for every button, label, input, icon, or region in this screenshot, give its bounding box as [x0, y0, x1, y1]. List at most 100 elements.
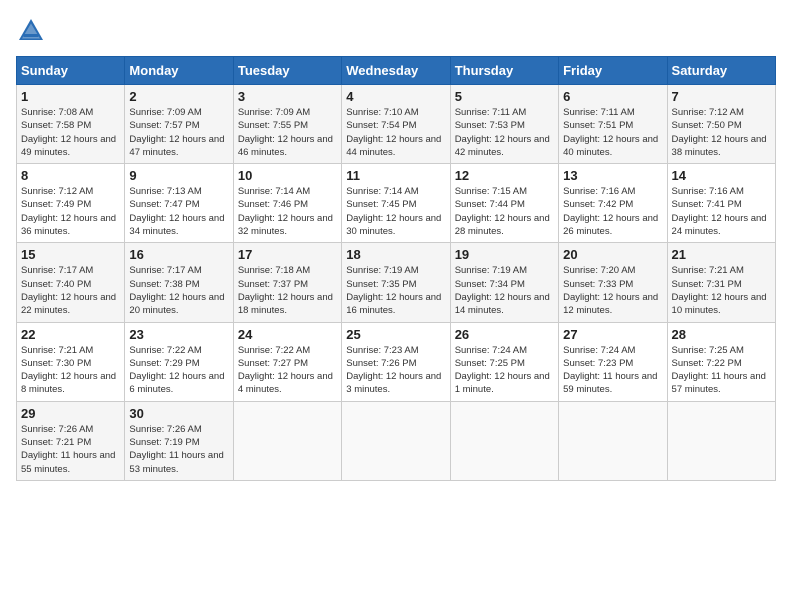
cell-text: Sunrise: 7:13 AMSunset: 7:47 PMDaylight:… — [129, 186, 224, 237]
calendar-cell: 30 Sunrise: 7:26 AMSunset: 7:19 PMDaylig… — [125, 401, 233, 480]
calendar-cell: 23 Sunrise: 7:22 AMSunset: 7:29 PMDaylig… — [125, 322, 233, 401]
calendar-header-row: SundayMondayTuesdayWednesdayThursdayFrid… — [17, 57, 776, 85]
cell-text: Sunrise: 7:19 AMSunset: 7:35 PMDaylight:… — [346, 265, 441, 316]
calendar-cell — [342, 401, 450, 480]
calendar-cell: 19 Sunrise: 7:19 AMSunset: 7:34 PMDaylig… — [450, 243, 558, 322]
header — [16, 16, 776, 46]
day-number: 5 — [455, 89, 554, 104]
cell-text: Sunrise: 7:17 AMSunset: 7:40 PMDaylight:… — [21, 265, 116, 316]
calendar-cell — [667, 401, 775, 480]
cell-text: Sunrise: 7:09 AMSunset: 7:57 PMDaylight:… — [129, 107, 224, 158]
day-number: 25 — [346, 327, 445, 342]
cell-text: Sunrise: 7:10 AMSunset: 7:54 PMDaylight:… — [346, 107, 441, 158]
calendar-week-row: 22 Sunrise: 7:21 AMSunset: 7:30 PMDaylig… — [17, 322, 776, 401]
calendar-week-row: 1 Sunrise: 7:08 AMSunset: 7:58 PMDayligh… — [17, 85, 776, 164]
day-number: 13 — [563, 168, 662, 183]
cell-text: Sunrise: 7:12 AMSunset: 7:50 PMDaylight:… — [672, 107, 767, 158]
calendar-cell: 10 Sunrise: 7:14 AMSunset: 7:46 PMDaylig… — [233, 164, 341, 243]
day-number: 23 — [129, 327, 228, 342]
calendar-cell — [450, 401, 558, 480]
calendar-cell: 28 Sunrise: 7:25 AMSunset: 7:22 PMDaylig… — [667, 322, 775, 401]
cell-text: Sunrise: 7:20 AMSunset: 7:33 PMDaylight:… — [563, 265, 658, 316]
day-number: 29 — [21, 406, 120, 421]
calendar-cell: 27 Sunrise: 7:24 AMSunset: 7:23 PMDaylig… — [559, 322, 667, 401]
cell-text: Sunrise: 7:26 AMSunset: 7:19 PMDaylight:… — [129, 424, 223, 475]
day-number: 12 — [455, 168, 554, 183]
calendar-header-saturday: Saturday — [667, 57, 775, 85]
day-number: 21 — [672, 247, 771, 262]
calendar-cell: 22 Sunrise: 7:21 AMSunset: 7:30 PMDaylig… — [17, 322, 125, 401]
cell-text: Sunrise: 7:25 AMSunset: 7:22 PMDaylight:… — [672, 345, 766, 396]
calendar-cell: 1 Sunrise: 7:08 AMSunset: 7:58 PMDayligh… — [17, 85, 125, 164]
calendar-cell: 3 Sunrise: 7:09 AMSunset: 7:55 PMDayligh… — [233, 85, 341, 164]
cell-text: Sunrise: 7:08 AMSunset: 7:58 PMDaylight:… — [21, 107, 116, 158]
day-number: 6 — [563, 89, 662, 104]
calendar-week-row: 8 Sunrise: 7:12 AMSunset: 7:49 PMDayligh… — [17, 164, 776, 243]
calendar-cell — [233, 401, 341, 480]
day-number: 20 — [563, 247, 662, 262]
calendar-cell: 21 Sunrise: 7:21 AMSunset: 7:31 PMDaylig… — [667, 243, 775, 322]
calendar-table: SundayMondayTuesdayWednesdayThursdayFrid… — [16, 56, 776, 481]
cell-text: Sunrise: 7:16 AMSunset: 7:42 PMDaylight:… — [563, 186, 658, 237]
cell-text: Sunrise: 7:19 AMSunset: 7:34 PMDaylight:… — [455, 265, 550, 316]
calendar-cell: 14 Sunrise: 7:16 AMSunset: 7:41 PMDaylig… — [667, 164, 775, 243]
calendar-week-row: 15 Sunrise: 7:17 AMSunset: 7:40 PMDaylig… — [17, 243, 776, 322]
day-number: 2 — [129, 89, 228, 104]
cell-text: Sunrise: 7:17 AMSunset: 7:38 PMDaylight:… — [129, 265, 224, 316]
cell-text: Sunrise: 7:21 AMSunset: 7:31 PMDaylight:… — [672, 265, 767, 316]
calendar-cell: 25 Sunrise: 7:23 AMSunset: 7:26 PMDaylig… — [342, 322, 450, 401]
cell-text: Sunrise: 7:26 AMSunset: 7:21 PMDaylight:… — [21, 424, 115, 475]
logo — [16, 16, 50, 46]
day-number: 28 — [672, 327, 771, 342]
calendar-header-wednesday: Wednesday — [342, 57, 450, 85]
cell-text: Sunrise: 7:14 AMSunset: 7:45 PMDaylight:… — [346, 186, 441, 237]
calendar-cell: 13 Sunrise: 7:16 AMSunset: 7:42 PMDaylig… — [559, 164, 667, 243]
day-number: 16 — [129, 247, 228, 262]
calendar-cell: 5 Sunrise: 7:11 AMSunset: 7:53 PMDayligh… — [450, 85, 558, 164]
calendar-cell — [559, 401, 667, 480]
cell-text: Sunrise: 7:12 AMSunset: 7:49 PMDaylight:… — [21, 186, 116, 237]
calendar-cell: 18 Sunrise: 7:19 AMSunset: 7:35 PMDaylig… — [342, 243, 450, 322]
cell-text: Sunrise: 7:24 AMSunset: 7:23 PMDaylight:… — [563, 345, 657, 396]
logo-icon — [16, 16, 46, 46]
calendar-header-monday: Monday — [125, 57, 233, 85]
day-number: 24 — [238, 327, 337, 342]
calendar-cell: 9 Sunrise: 7:13 AMSunset: 7:47 PMDayligh… — [125, 164, 233, 243]
cell-text: Sunrise: 7:24 AMSunset: 7:25 PMDaylight:… — [455, 345, 550, 396]
calendar-cell: 6 Sunrise: 7:11 AMSunset: 7:51 PMDayligh… — [559, 85, 667, 164]
calendar-cell: 4 Sunrise: 7:10 AMSunset: 7:54 PMDayligh… — [342, 85, 450, 164]
calendar-cell: 29 Sunrise: 7:26 AMSunset: 7:21 PMDaylig… — [17, 401, 125, 480]
calendar-cell: 20 Sunrise: 7:20 AMSunset: 7:33 PMDaylig… — [559, 243, 667, 322]
calendar-header-friday: Friday — [559, 57, 667, 85]
calendar-cell: 8 Sunrise: 7:12 AMSunset: 7:49 PMDayligh… — [17, 164, 125, 243]
calendar-cell: 16 Sunrise: 7:17 AMSunset: 7:38 PMDaylig… — [125, 243, 233, 322]
day-number: 26 — [455, 327, 554, 342]
cell-text: Sunrise: 7:18 AMSunset: 7:37 PMDaylight:… — [238, 265, 333, 316]
day-number: 9 — [129, 168, 228, 183]
cell-text: Sunrise: 7:23 AMSunset: 7:26 PMDaylight:… — [346, 345, 441, 396]
cell-text: Sunrise: 7:09 AMSunset: 7:55 PMDaylight:… — [238, 107, 333, 158]
cell-text: Sunrise: 7:11 AMSunset: 7:51 PMDaylight:… — [563, 107, 658, 158]
calendar-cell: 24 Sunrise: 7:22 AMSunset: 7:27 PMDaylig… — [233, 322, 341, 401]
day-number: 14 — [672, 168, 771, 183]
day-number: 3 — [238, 89, 337, 104]
day-number: 18 — [346, 247, 445, 262]
cell-text: Sunrise: 7:14 AMSunset: 7:46 PMDaylight:… — [238, 186, 333, 237]
calendar-cell: 12 Sunrise: 7:15 AMSunset: 7:44 PMDaylig… — [450, 164, 558, 243]
day-number: 4 — [346, 89, 445, 104]
day-number: 19 — [455, 247, 554, 262]
cell-text: Sunrise: 7:22 AMSunset: 7:29 PMDaylight:… — [129, 345, 224, 396]
day-number: 17 — [238, 247, 337, 262]
calendar-cell: 2 Sunrise: 7:09 AMSunset: 7:57 PMDayligh… — [125, 85, 233, 164]
day-number: 10 — [238, 168, 337, 183]
cell-text: Sunrise: 7:16 AMSunset: 7:41 PMDaylight:… — [672, 186, 767, 237]
calendar-header-thursday: Thursday — [450, 57, 558, 85]
cell-text: Sunrise: 7:21 AMSunset: 7:30 PMDaylight:… — [21, 345, 116, 396]
calendar-cell: 11 Sunrise: 7:14 AMSunset: 7:45 PMDaylig… — [342, 164, 450, 243]
day-number: 1 — [21, 89, 120, 104]
day-number: 11 — [346, 168, 445, 183]
calendar-week-row: 29 Sunrise: 7:26 AMSunset: 7:21 PMDaylig… — [17, 401, 776, 480]
calendar-cell: 26 Sunrise: 7:24 AMSunset: 7:25 PMDaylig… — [450, 322, 558, 401]
calendar-cell: 17 Sunrise: 7:18 AMSunset: 7:37 PMDaylig… — [233, 243, 341, 322]
day-number: 15 — [21, 247, 120, 262]
